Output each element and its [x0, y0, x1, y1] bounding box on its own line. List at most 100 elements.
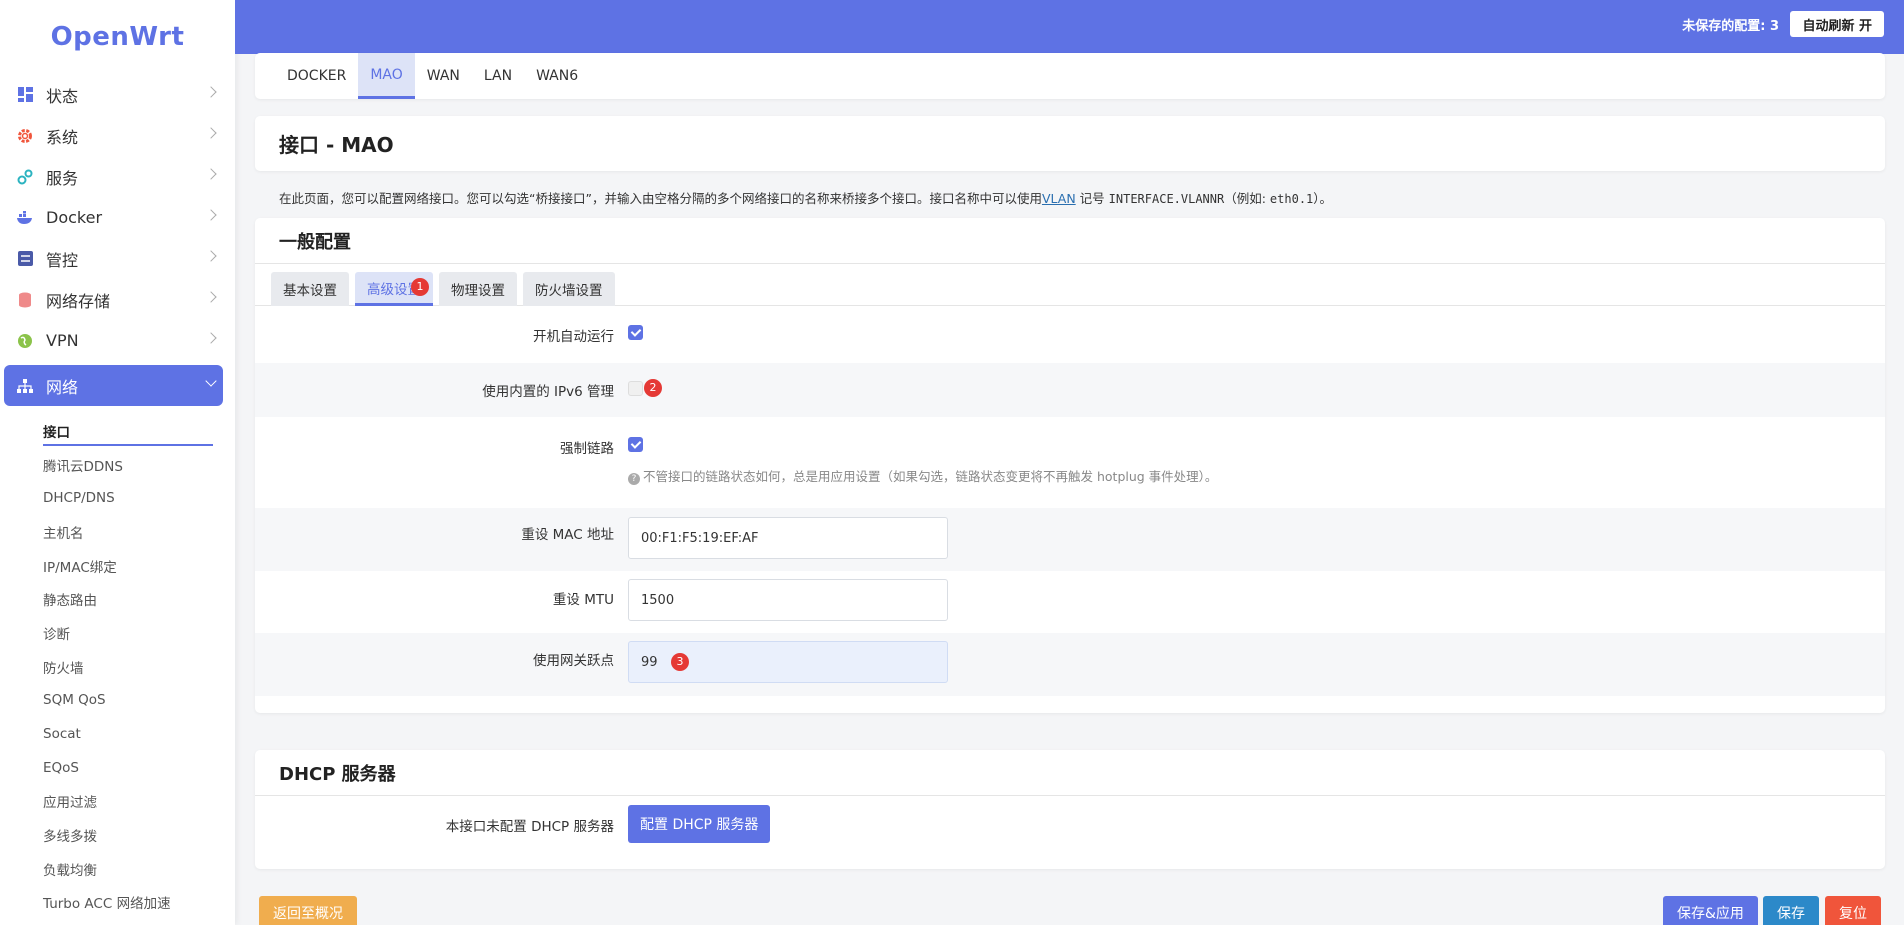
ipv6-checkbox[interactable]	[628, 380, 643, 396]
desc-code: INTERFACE.VLANNR	[1108, 192, 1225, 206]
interface-tabs: DOCKER MAO WAN LAN WAN6	[255, 53, 1885, 99]
nav-label: 管控	[46, 250, 79, 270]
field-label: 使用内置的 IPv6 管理	[482, 384, 614, 400]
nav-label: VPN	[46, 331, 79, 350]
subnav-item-eqos[interactable]: EQoS	[43, 751, 235, 785]
dhcp-row: 本接口未配置 DHCP 服务器 配置 DHCP 服务器	[255, 796, 1885, 869]
help-text-content: 不管接口的链路状态如何，总是用应用设置（如果勾选，链路状态变更将不再触发 hot…	[643, 469, 1218, 484]
desc-text: （例如:	[1224, 191, 1270, 206]
subnav-item-turboacc[interactable]: Turbo ACC 网络加速	[43, 886, 235, 920]
desc-text: 记号	[1075, 191, 1109, 206]
field-control	[628, 579, 1885, 633]
mtu-input[interactable]	[628, 579, 948, 621]
nav-item-status[interactable]: 状态	[4, 74, 223, 115]
dhcp-server-section: DHCP 服务器 本接口未配置 DHCP 服务器 配置 DHCP 服务器	[255, 750, 1885, 869]
autostart-row: 开机自动运行	[255, 306, 1885, 363]
tab-basic-settings[interactable]: 基本设置	[271, 272, 349, 306]
subnav-item-appfilter[interactable]: 应用过滤	[43, 785, 235, 819]
nav-label: 系统	[46, 127, 79, 147]
subnav-item-diagnostics[interactable]: 诊断	[43, 616, 235, 650]
nav-label: 状态	[46, 86, 79, 106]
auto-refresh-button[interactable]: 自动刷新 开	[1790, 11, 1884, 37]
nav-item-vpn[interactable]: VPN	[4, 320, 223, 361]
vlan-link[interactable]: VLAN	[1042, 191, 1076, 206]
dashboard-icon	[14, 86, 36, 104]
subnav-item-ddns[interactable]: 腾讯云DDNS	[43, 448, 235, 482]
subnav-item-sqm[interactable]: SQM QoS	[43, 684, 235, 718]
page-description: 在此页面，您可以配置网络接口。您可以勾选“桥接接口”，并输入由空格分隔的多个网络…	[255, 171, 1885, 216]
chevron-right-icon	[205, 127, 217, 139]
subnav-item-hostnames[interactable]: 主机名	[43, 515, 235, 549]
help-text: ? 不管接口的链路状态如何，总是用应用设置（如果勾选，链路状态变更将不再触发 ho…	[628, 466, 1885, 485]
subnav-item-ipmac[interactable]: IP/MAC绑定	[43, 549, 235, 583]
tab-mao[interactable]: MAO	[358, 53, 415, 99]
mac-row: 重设 MAC 地址	[255, 508, 1885, 571]
tab-docker[interactable]: DOCKER	[275, 53, 358, 99]
annotation-badge: 2	[644, 378, 662, 397]
mtu-row: 重设 MTU	[255, 571, 1885, 633]
section-header: DHCP 服务器	[255, 750, 1885, 796]
main-nav: 状态 系统 服务 Docker 管控 网络存储 VPN 网络	[0, 74, 235, 406]
tab-physical-settings[interactable]: 物理设置	[439, 272, 517, 306]
section-title: 一般配置	[279, 231, 351, 253]
chevron-right-icon	[205, 209, 217, 221]
annotation-badge: 1	[411, 278, 429, 296]
nav-item-control[interactable]: 管控	[4, 238, 223, 279]
save-button[interactable]: 保存	[1763, 896, 1819, 925]
subnav-item-routes[interactable]: 静态路由	[43, 582, 235, 616]
mac-address-input[interactable]	[628, 517, 948, 559]
force-link-checkbox[interactable]	[628, 437, 643, 452]
back-to-overview-button[interactable]: 返回至概况	[259, 896, 357, 925]
field-label: 重设 MAC 地址	[521, 527, 614, 543]
title-card: 接口 - MAO	[255, 116, 1885, 171]
openwrt-logo[interactable]: OpenWrt	[0, 0, 235, 74]
setup-dhcp-button[interactable]: 配置 DHCP 服务器	[628, 805, 771, 843]
desc-text: ）。	[1313, 191, 1333, 206]
field-label: 本接口未配置 DHCP 服务器	[445, 819, 614, 835]
subnav-item-dhcp-dns[interactable]: DHCP/DNS	[43, 481, 235, 515]
chevron-right-icon	[205, 291, 217, 303]
tab-firewall-settings[interactable]: 防火墙设置	[523, 272, 615, 306]
tab-wan6[interactable]: WAN6	[524, 53, 590, 99]
desc-example: eth0.1	[1269, 192, 1314, 206]
globe-icon	[14, 332, 36, 350]
subnav-item-interfaces[interactable]: 接口	[43, 414, 235, 448]
docker-icon	[14, 209, 36, 227]
reset-button[interactable]: 复位	[1825, 896, 1881, 925]
field-control: ? 不管接口的链路状态如何，总是用应用设置（如果勾选，链路状态变更将不再触发 ho…	[628, 437, 1885, 508]
field-control: 2	[628, 378, 1885, 400]
subnav-item-loadbalance[interactable]: 负载均衡	[43, 852, 235, 886]
nav-item-docker[interactable]: Docker	[4, 197, 223, 238]
field-label: 使用网关跃点	[533, 653, 614, 669]
main-content: DOCKER MAO WAN LAN WAN6 接口 - MAO 在此页面，您可…	[255, 53, 1885, 869]
nav-item-storage[interactable]: 网络存储	[4, 279, 223, 320]
network-icon	[14, 377, 36, 395]
subnav-item-firewall[interactable]: 防火墙	[43, 650, 235, 684]
chevron-right-icon	[205, 86, 217, 98]
field-label: 强制链路	[560, 441, 614, 457]
subnav-item-multiwan[interactable]: 多线多拨	[43, 818, 235, 852]
page-title: 接口 - MAO	[279, 133, 394, 157]
field-control	[628, 325, 1885, 344]
chevron-right-icon	[205, 250, 217, 262]
nav-label: 网络	[46, 377, 79, 397]
field-control	[628, 517, 1885, 571]
nav-item-network[interactable]: 网络	[4, 365, 223, 406]
nav-label: 网络存储	[46, 291, 111, 311]
autostart-checkbox[interactable]	[628, 325, 643, 340]
tab-wan[interactable]: WAN	[415, 53, 472, 99]
chevron-right-icon	[205, 332, 217, 344]
tab-advanced-settings[interactable]: 高级设置 1	[355, 272, 433, 306]
tab-lan[interactable]: LAN	[472, 53, 524, 99]
section-bottom-spacer	[255, 696, 1885, 713]
help-icon: ?	[628, 473, 640, 485]
save-apply-button[interactable]: 保存&应用	[1663, 896, 1758, 925]
field-label: 重设 MTU	[552, 592, 614, 608]
nav-item-system[interactable]: 系统	[4, 115, 223, 156]
unsaved-changes-indicator[interactable]: 未保存的配置: 3	[1682, 15, 1779, 34]
nav-item-services[interactable]: 服务	[4, 156, 223, 197]
general-config-tabs: 基本设置 高级设置 1 物理设置 防火墙设置	[255, 264, 1885, 306]
subnav-item-socat[interactable]: Socat	[43, 717, 235, 751]
annotation-badge: 3	[671, 653, 689, 671]
chevron-down-icon	[205, 375, 217, 387]
